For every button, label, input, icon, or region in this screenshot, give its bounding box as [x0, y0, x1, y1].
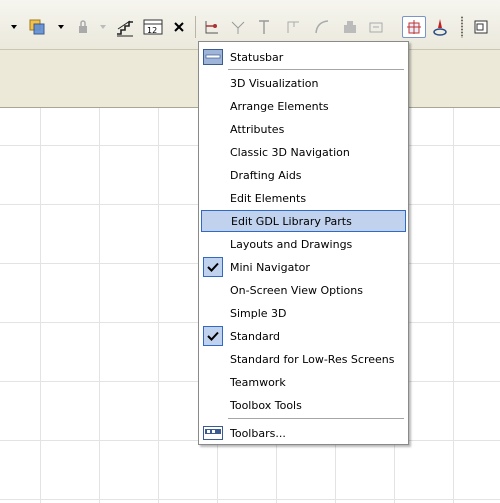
- stairs-icon[interactable]: [114, 16, 136, 38]
- menu-item-label: Edit GDL Library Parts: [231, 214, 352, 228]
- window-icon[interactable]: [470, 16, 492, 38]
- toolbar-separator: [195, 16, 196, 38]
- menu-separator: [228, 69, 404, 70]
- menu-item-label: Simple 3D: [230, 306, 287, 320]
- menu-item-attributes[interactable]: Attributes: [201, 118, 406, 140]
- stretch-icon[interactable]: [202, 16, 222, 38]
- menu-item-simple-3d[interactable]: Simple 3D: [201, 302, 406, 324]
- menu-item-classic-3d-navigation[interactable]: Classic 3D Navigation: [201, 141, 406, 163]
- menu-item-on-screen-view-options[interactable]: On-Screen View Options: [201, 279, 406, 301]
- dropdown-arrow-icon[interactable]: [8, 16, 20, 38]
- menu-item-3d-visualization[interactable]: 3D Visualization: [201, 72, 406, 94]
- menu-item-arrange-elements[interactable]: Arrange Elements: [201, 95, 406, 117]
- menu-item-label: On-Screen View Options: [230, 283, 363, 297]
- toolbars-icon: [202, 422, 224, 444]
- menu-separator: [228, 418, 404, 419]
- menu-item-layouts-and-drawings[interactable]: Layouts and Drawings: [201, 233, 406, 255]
- checkmark-icon: [203, 326, 223, 346]
- numbering-icon-text: 12: [147, 26, 157, 35]
- menu-item-label: Toolbars...: [230, 426, 286, 440]
- numbering-icon[interactable]: 12: [142, 16, 164, 38]
- menu-item-label: Classic 3D Navigation: [230, 145, 350, 159]
- menu-item-label: 3D Visualization: [230, 76, 319, 90]
- menu-item-standard[interactable]: Standard: [201, 325, 406, 347]
- menu-item-edit-gdl-library-parts[interactable]: Edit GDL Library Parts: [201, 210, 406, 232]
- menu-item-label: Layouts and Drawings: [230, 237, 353, 251]
- checkmark-icon: [203, 257, 223, 277]
- menu-item-standard-low-res[interactable]: Standard for Low-Res Screens: [201, 348, 406, 370]
- find-select-icon[interactable]: [430, 16, 450, 38]
- offset-icon: [228, 16, 248, 38]
- menu-item-edit-elements[interactable]: Edit Elements: [201, 187, 406, 209]
- split-icon: [254, 16, 274, 38]
- menu-item-label: Statusbar: [230, 50, 284, 64]
- menu-item-label: Teamwork: [230, 375, 286, 389]
- dropdown-arrow-icon[interactable]: [55, 16, 67, 38]
- dropdown-arrow-icon: [96, 16, 110, 38]
- menu-item-mini-navigator[interactable]: Mini Navigator: [201, 256, 406, 278]
- toolbars-context-menu: Statusbar 3D Visualization Arrange Eleme…: [198, 41, 409, 445]
- statusbar-icon: [202, 46, 224, 68]
- menu-item-label: Standard: [230, 329, 281, 343]
- close-icon[interactable]: [170, 16, 188, 38]
- layers-fill-icon[interactable]: [26, 16, 48, 38]
- menu-item-label: Standard for Low-Res Screens: [230, 352, 395, 366]
- lock-icon[interactable]: [74, 16, 92, 38]
- menu-item-label: Mini Navigator: [230, 260, 310, 274]
- menu-item-label: Toolbox Tools: [230, 398, 302, 412]
- menu-item-label: Edit Elements: [230, 191, 307, 205]
- menu-item-label: Attributes: [230, 122, 285, 136]
- menu-item-statusbar[interactable]: Statusbar: [201, 46, 406, 68]
- toolbar-options-button[interactable]: [402, 16, 426, 38]
- adjust-icon: [284, 16, 304, 38]
- toolbar-grip[interactable]: [461, 16, 463, 38]
- explode-icon: [340, 16, 360, 38]
- menu-item-label: Arrange Elements: [230, 99, 329, 113]
- menu-item-label: Drafting Aids: [230, 168, 302, 182]
- curve-icon: [312, 16, 332, 38]
- resize-icon: [366, 16, 386, 38]
- menu-item-toolbox-tools[interactable]: Toolbox Tools: [201, 394, 406, 416]
- menu-item-toolbars[interactable]: Toolbars...: [201, 422, 406, 444]
- menu-item-teamwork[interactable]: Teamwork: [201, 371, 406, 393]
- menu-item-drafting-aids[interactable]: Drafting Aids: [201, 164, 406, 186]
